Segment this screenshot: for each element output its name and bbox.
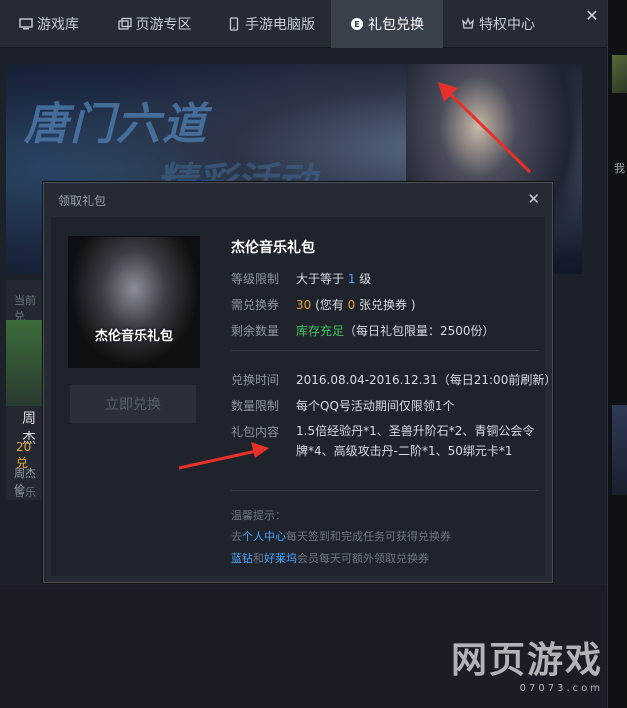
phone-icon — [229, 17, 239, 31]
gift-icon: E — [351, 18, 363, 30]
tab-gift-exchange[interactable]: E 礼包兑换 — [331, 0, 443, 48]
monitor-icon — [19, 18, 33, 30]
tab-privilege-center[interactable]: 特权中心 — [443, 0, 553, 48]
background-gift-card[interactable]: 当前兑 周杰 20 兑 周杰伦 音乐 — [6, 280, 44, 500]
crown-icon — [462, 17, 474, 29]
tab-mobile-pc[interactable]: 手游电脑版 — [211, 0, 331, 48]
hollywood-link[interactable]: 好莱坞 — [264, 552, 297, 565]
content-value: 1.5倍经验丹*1、圣兽升阶石*2、青铜公会令牌*4、高级攻击丹-二阶*1、50… — [296, 424, 535, 458]
side-text: 我 — [614, 162, 625, 175]
tab-label: 页游专区 — [135, 17, 192, 33]
side-thumbnail[interactable] — [612, 55, 627, 93]
windows-icon — [117, 17, 132, 30]
divider — [231, 490, 539, 491]
tip-line-2: 蓝钻和好莱坞会员每天可额外领取兑换券 — [231, 550, 429, 566]
blue-diamond-link[interactable]: 蓝钻 — [231, 552, 253, 565]
limit-row: 数量限制 每个QQ号活动期间仅限领1个 — [231, 397, 455, 414]
top-tab-bar: 游戏库 页游专区 手游电脑版 E 礼包兑换 特权中心 ✕ — [0, 0, 607, 48]
tab-web-games[interactable]: 页游专区 — [98, 0, 211, 48]
cost-label: 需兑换券 — [231, 298, 280, 312]
tab-game-library[interactable]: 游戏库 — [0, 0, 98, 48]
cost-mid: (您有 — [311, 298, 348, 312]
time-row: 兑换时间 2016.08.04-2016.12.31（每日21:00前刷新） — [231, 371, 556, 388]
tips-title: 温馨提示： — [231, 509, 286, 522]
card-badge — [6, 320, 44, 406]
watermark-logo: 网页游戏 07073.com — [451, 631, 603, 694]
level-row: 等级限制 大于等于 1 级 — [231, 270, 371, 287]
cost-value: 30 — [296, 298, 312, 312]
tip-text: 会员每天可额外领取兑换券 — [297, 552, 429, 565]
dialog-title: 领取礼包 — [58, 193, 107, 208]
dialog-close-button[interactable]: ✕ — [527, 191, 540, 207]
divider — [231, 350, 539, 351]
stock-detail: （每日礼包限量：2500份） — [344, 324, 495, 338]
stock-row: 剩余数量 库存充足（每日礼包限量：2500份） — [231, 322, 495, 339]
gift-cover-image: 杰伦音乐礼包 — [68, 236, 200, 368]
level-label: 等级限制 — [231, 272, 280, 286]
card-line: 音乐 — [14, 486, 36, 499]
time-value: 2016.08.04-2016.12.31（每日21:00前刷新） — [296, 373, 557, 387]
tab-label: 手游电脑版 — [245, 17, 315, 33]
watermark-text: 网页游戏 — [450, 640, 603, 681]
stock-label: 剩余数量 — [231, 324, 280, 338]
level-suffix: 级 — [355, 272, 372, 286]
tab-label: 特权中心 — [479, 17, 535, 33]
limit-label: 数量限制 — [231, 399, 280, 413]
dialog-body: 杰伦音乐礼包 立即兑换 杰伦音乐礼包 等级限制 大于等于 1 级 需兑换券 30 (… — [51, 217, 556, 576]
content-row: 礼包内容 — [231, 423, 296, 440]
level-prefix: 大于等于 — [296, 272, 348, 286]
annotation-arrow-top — [438, 82, 532, 174]
right-side-strip: 我 — [607, 0, 627, 708]
window-close-button[interactable]: ✕ — [577, 0, 607, 30]
gift-name: 杰伦音乐礼包 — [231, 240, 315, 256]
cost-suffix: 张兑换券 ) — [355, 298, 416, 312]
tip-text: 和 — [253, 552, 264, 565]
content-label: 礼包内容 — [231, 425, 280, 439]
tab-label: 礼包兑换 — [368, 17, 424, 33]
redeem-button[interactable]: 立即兑换 — [70, 385, 196, 423]
tab-label: 游戏库 — [37, 17, 79, 33]
stock-status: 库存充足 — [296, 324, 345, 338]
personal-center-link[interactable]: 个人中心 — [242, 530, 286, 543]
limit-value: 每个QQ号活动期间仅限领1个 — [296, 399, 455, 413]
side-thumbnail[interactable] — [612, 405, 627, 495]
time-label: 兑换时间 — [231, 373, 280, 387]
banner-title: 唐门六道 — [24, 99, 208, 150]
gift-dialog: 领取礼包 ✕ 杰伦音乐礼包 立即兑换 杰伦音乐礼包 等级限制 大于等于 1 级 需… — [43, 182, 556, 583]
cost-row: 需兑换券 30 (您有 0 张兑换券 ) — [231, 296, 416, 313]
svg-text:E: E — [354, 20, 359, 29]
cover-text: 杰伦音乐礼包 — [94, 329, 173, 344]
watermark-url: 07073.com — [519, 683, 603, 694]
annotation-arrow-content — [178, 442, 269, 470]
tip-text: 每天签到和完成任务可获得兑换券 — [286, 530, 451, 543]
tip-line-1: 去个人中心每天签到和完成任务可获得兑换券 — [231, 528, 451, 544]
tip-text: 去 — [231, 530, 242, 543]
